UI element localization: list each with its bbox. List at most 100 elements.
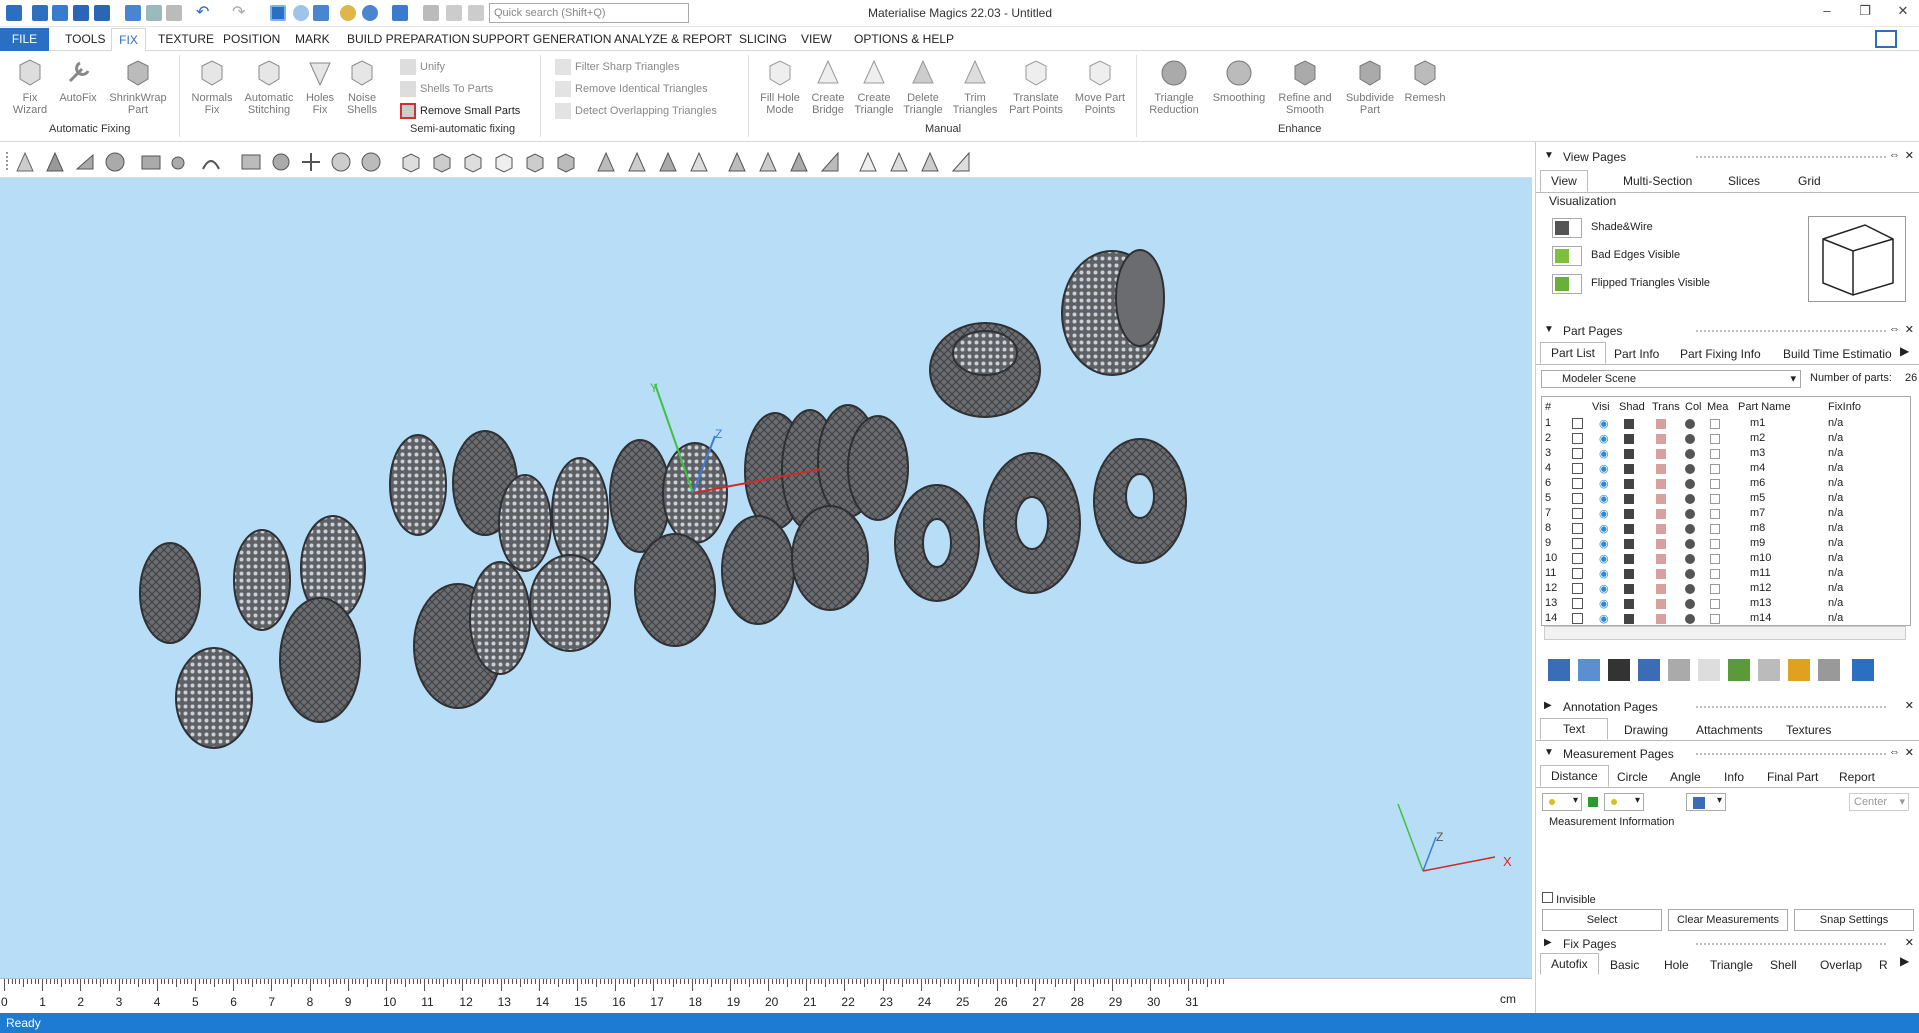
collapse-icon[interactable]: ▼: [1544, 150, 1554, 161]
unmark-triangle-2-icon[interactable]: [757, 151, 779, 173]
tab-slicing[interactable]: SLICING: [739, 32, 787, 46]
transparency-icon[interactable]: [1656, 464, 1666, 474]
pin-icon[interactable]: ⇔: [1889, 746, 1900, 758]
3d-viewport[interactable]: Y Z Z X: [0, 178, 1532, 978]
eye-icon[interactable]: ◉: [1599, 477, 1609, 490]
row-checkbox[interactable]: [1572, 523, 1583, 534]
tab-multi-section[interactable]: Multi-Section: [1623, 174, 1692, 188]
row-checkbox[interactable]: [1572, 553, 1583, 564]
tab-support-generation[interactable]: SUPPORT GENERATION: [472, 32, 611, 46]
expand-icon[interactable]: ▶: [1544, 937, 1552, 948]
measure-icon[interactable]: [1710, 434, 1720, 444]
table-row[interactable]: 7 ◉ m7 n/a: [1542, 507, 1912, 522]
cube-view-5-icon[interactable]: [524, 151, 546, 173]
new-file-icon[interactable]: [32, 5, 48, 21]
tab-part-fixing-info[interactable]: Part Fixing Info: [1680, 347, 1761, 361]
table-row[interactable]: 6 ◉ m6 n/a: [1542, 477, 1912, 492]
color-icon[interactable]: [1685, 494, 1695, 504]
eye-icon[interactable]: ◉: [1599, 537, 1609, 550]
close-panel-icon[interactable]: ✕: [1905, 936, 1914, 949]
measure-icon[interactable]: [1710, 554, 1720, 564]
tab-options-help[interactable]: OPTIONS & HELP: [854, 32, 954, 46]
select-curve-icon[interactable]: [200, 151, 222, 173]
invert-selection-3-icon[interactable]: [919, 151, 941, 173]
redo-icon[interactable]: ↷: [232, 2, 248, 21]
close-icon[interactable]: ✕: [1890, 3, 1916, 23]
table-row[interactable]: 11 ◉ m11 n/a: [1542, 567, 1912, 582]
color-icon[interactable]: [1685, 539, 1695, 549]
cube-view-4-icon[interactable]: [493, 151, 515, 173]
shade-wire-dropdown[interactable]: [1552, 218, 1582, 238]
tab-attachments[interactable]: Attachments: [1696, 723, 1763, 737]
part-tool-8-icon[interactable]: [1758, 659, 1780, 681]
part-tool-9-icon[interactable]: [1788, 659, 1810, 681]
cube-view-1-icon[interactable]: [400, 151, 422, 173]
transparency-icon[interactable]: [1656, 509, 1666, 519]
row-checkbox[interactable]: [1572, 418, 1583, 429]
eye-icon[interactable]: ◉: [1599, 567, 1609, 580]
select-triangle-icon[interactable]: [14, 151, 36, 173]
point-type-dropdown-1[interactable]: ▾: [1542, 793, 1582, 811]
expand-icon[interactable]: ▶: [1544, 700, 1552, 711]
select-wire-icon[interactable]: [300, 151, 322, 173]
tab-basic[interactable]: Basic: [1610, 958, 1639, 972]
table-row[interactable]: 14 ◉ m14 n/a: [1542, 612, 1912, 627]
eye-icon[interactable]: ◉: [1599, 507, 1609, 520]
tab-overlap[interactable]: Overlap: [1820, 958, 1862, 972]
collapse-icon[interactable]: ▼: [1544, 324, 1554, 335]
part-tool-1-icon[interactable]: [1548, 659, 1570, 681]
tab-distance[interactable]: Distance: [1540, 765, 1609, 787]
print-icon[interactable]: [166, 5, 182, 21]
center-dropdown[interactable]: Center ▾: [1849, 793, 1909, 811]
color-icon[interactable]: [1685, 599, 1695, 609]
part-tool-7-icon[interactable]: [1728, 659, 1750, 681]
transparency-icon[interactable]: [1656, 449, 1666, 459]
eye-icon[interactable]: ◉: [1599, 447, 1609, 460]
invisible-checkbox[interactable]: Invisible: [1542, 892, 1596, 906]
create-bridge-button[interactable]: Create Bridge: [808, 57, 848, 116]
row-checkbox[interactable]: [1572, 478, 1583, 489]
measure-icon[interactable]: [1710, 614, 1720, 624]
scissors-icon[interactable]: [423, 5, 439, 21]
tab-text[interactable]: Text: [1540, 718, 1609, 740]
autofix-button[interactable]: AutoFix: [56, 57, 100, 104]
color-icon[interactable]: [1685, 554, 1695, 564]
measure-icon[interactable]: [1710, 479, 1720, 489]
unmark-triangle-3-icon[interactable]: [788, 151, 810, 173]
shells-to-parts-button[interactable]: Shells To Parts: [400, 81, 493, 97]
copy-icon[interactable]: [446, 5, 462, 21]
color-icon[interactable]: [1685, 524, 1695, 534]
save-icon[interactable]: [73, 5, 89, 21]
shading-icon[interactable]: [1624, 599, 1634, 609]
color-icon[interactable]: [1685, 464, 1695, 474]
measure-icon[interactable]: [1710, 509, 1720, 519]
fix-wizard-button[interactable]: Fix Wizard: [10, 57, 50, 116]
snap-mode-dropdown[interactable]: ▾: [1686, 793, 1726, 811]
zoom-icon[interactable]: [293, 5, 309, 21]
shading-icon[interactable]: [1624, 584, 1634, 594]
measure-icon[interactable]: [1710, 599, 1720, 609]
remove-small-parts-button[interactable]: Remove Small Parts: [400, 103, 520, 119]
tab-report[interactable]: Report: [1839, 770, 1875, 784]
noise-shells-button[interactable]: Noise Shells: [342, 57, 382, 116]
part-tool-6-icon[interactable]: [1698, 659, 1720, 681]
invert-selection-2-icon[interactable]: [888, 151, 910, 173]
panel-toggle-icon[interactable]: [1875, 30, 1897, 48]
measure-icon[interactable]: [1710, 524, 1720, 534]
row-checkbox[interactable]: [1572, 433, 1583, 444]
cube-view-2-icon[interactable]: [431, 151, 453, 173]
tab-mark[interactable]: MARK: [295, 32, 330, 46]
translate-part-points-button[interactable]: Translate Part Points: [1005, 57, 1067, 116]
select-sphere-icon[interactable]: [104, 151, 126, 173]
transparency-icon[interactable]: [1656, 479, 1666, 489]
tab-triangle[interactable]: Triangle: [1710, 958, 1753, 972]
eye-icon[interactable]: ◉: [1599, 432, 1609, 445]
mark-triangle-3-icon[interactable]: [657, 151, 679, 173]
scene-dropdown[interactable]: Modeler Scene ▾: [1541, 370, 1801, 388]
eye-icon[interactable]: ◉: [1599, 597, 1609, 610]
transparency-icon[interactable]: [1656, 584, 1666, 594]
select-shell-icon[interactable]: [270, 151, 292, 173]
eye-icon[interactable]: ◉: [1599, 417, 1609, 430]
table-row[interactable]: 3 ◉ m3 n/a: [1542, 447, 1912, 462]
tab-tools[interactable]: TOOLS: [65, 32, 105, 46]
